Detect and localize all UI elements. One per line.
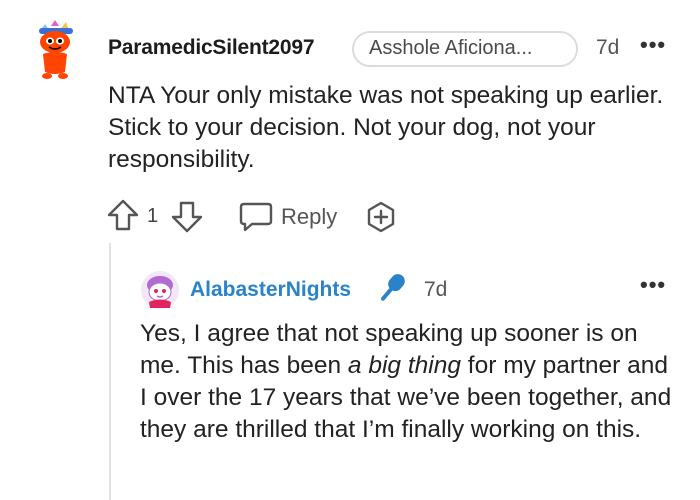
user-avatar-icon[interactable] bbox=[140, 270, 180, 310]
reply-comment: AlabasterNights 7d ••• Yes, I agree that… bbox=[0, 250, 700, 500]
downvote-arrow-icon[interactable] bbox=[169, 200, 205, 239]
reply-more-options-button[interactable]: ••• bbox=[640, 272, 666, 298]
comment-timestamp: 7d bbox=[596, 36, 620, 59]
reply-body-emphasis: a big thing bbox=[347, 352, 461, 379]
reply-timestamp: 7d bbox=[424, 278, 448, 301]
more-options-button[interactable]: ••• bbox=[640, 32, 666, 58]
reply-speech-bubble-icon[interactable] bbox=[238, 200, 274, 237]
comment-author-username[interactable]: ParamedicSilent2097 bbox=[108, 36, 315, 60]
upvote-arrow-icon[interactable] bbox=[105, 198, 141, 237]
comment-actions-bar: 1 Reply bbox=[105, 198, 425, 234]
user-avatar-snoo-icon[interactable] bbox=[33, 20, 81, 80]
microphone-icon bbox=[372, 270, 412, 311]
vote-count: 1 bbox=[147, 205, 159, 227]
user-flair-badge: Asshole Aficiona... bbox=[352, 31, 578, 67]
parent-comment: ParamedicSilent2097 Asshole Aficiona... … bbox=[0, 0, 700, 240]
reply-button[interactable]: Reply bbox=[281, 204, 337, 230]
award-plus-icon[interactable] bbox=[363, 200, 399, 239]
comment-body: NTA Your only mistake was not speaking u… bbox=[108, 82, 664, 173]
reply-body: Yes, I agree that not speaking up sooner… bbox=[140, 318, 680, 446]
reply-author-username[interactable]: AlabasterNights bbox=[190, 278, 351, 302]
